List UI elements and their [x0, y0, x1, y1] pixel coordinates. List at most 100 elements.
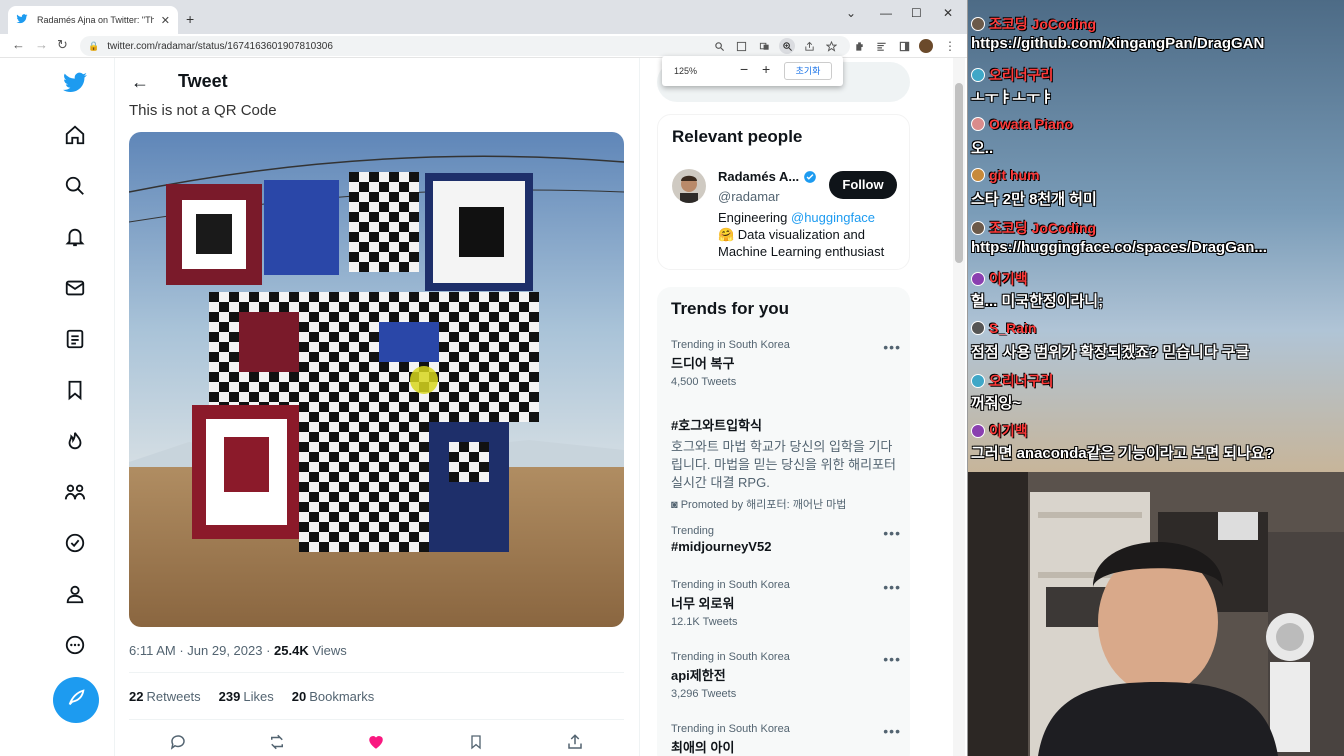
home-icon[interactable] [62, 122, 88, 148]
bookmarks-icon[interactable] [62, 377, 88, 403]
topics-flame-icon[interactable] [62, 428, 88, 454]
promoted-icon: ◙ [671, 499, 678, 511]
retweets-label: Retweets [146, 689, 201, 704]
stream-chat-overlay: 조코딩 JoCoding https://github.com/XingangP… [968, 0, 1344, 472]
lists-icon[interactable] [62, 326, 88, 352]
reload-icon[interactable]: ↻ [57, 37, 68, 53]
profile-icon[interactable] [62, 581, 88, 607]
retweets-stat[interactable]: 22 Retweets [129, 689, 201, 704]
tweet-image[interactable] [129, 132, 624, 627]
bio-mention-link[interactable]: @huggingface [791, 210, 875, 225]
more-options-icon[interactable]: ••• [883, 723, 901, 739]
webcam-feed [968, 472, 1344, 756]
promoted-trend-item[interactable]: #호그와트입학식 호그와트 마법 학교가 당신의 입학을 기다립니다. 마법을 … [671, 413, 901, 512]
extensions-icon[interactable] [852, 39, 866, 53]
new-tab-icon[interactable]: + [186, 11, 194, 27]
zoom-out-button[interactable]: − [740, 61, 748, 77]
back-arrow-icon[interactable]: ← [131, 72, 149, 93]
chat-message: 그러면 anaconda같은 기능이라고 보면 되나요? [971, 445, 1274, 462]
verified-icon[interactable] [62, 530, 88, 556]
side-panel-icon[interactable] [897, 39, 911, 53]
twitter-page: ← Tweet This is not a QR Code 6:11 AM · … [0, 58, 967, 756]
address-url: twitter.com/radamar/status/1674163601907… [107, 40, 333, 52]
trend-item[interactable]: Trending in South Korea 최애의 아이 ••• [671, 723, 901, 756]
person-handle[interactable]: @radamar [718, 189, 780, 204]
person-bio: Engineering @huggingface 🤗 Data visualiza… [718, 209, 903, 260]
trend-item[interactable]: Trending in South Korea api제한전 3,296 Twe… [671, 651, 901, 700]
tweet-views-count: 25.4K [274, 643, 309, 658]
more-options-icon[interactable]: ••• [883, 339, 901, 355]
bookmarks-label: Bookmarks [309, 689, 375, 704]
translate-icon[interactable] [757, 39, 771, 53]
close-window-icon[interactable]: ✕ [943, 6, 953, 20]
chat-avatar [971, 17, 985, 31]
likes-stat[interactable]: 239 Likes [219, 689, 274, 704]
zoom-in-button[interactable]: + [762, 61, 770, 77]
share-icon[interactable] [802, 39, 816, 53]
promoted-label: ◙ Promoted by 해리포터: 깨어난 마법 [671, 496, 901, 512]
retweet-icon[interactable] [266, 731, 288, 753]
scrollbar-thumb[interactable] [955, 83, 963, 263]
explore-search-icon[interactable] [62, 173, 88, 199]
chat-username: 이기백 [971, 269, 1028, 289]
maximize-icon[interactable]: ☐ [911, 6, 922, 20]
chat-message: 꺼줘잉~ [971, 395, 1022, 412]
more-options-icon[interactable]: ••• [883, 525, 901, 541]
chat-user-text: 오리너구리 [989, 67, 1054, 83]
trend-name: #호그와트입학식 [671, 418, 762, 433]
search-page-icon[interactable] [712, 39, 726, 53]
reply-icon[interactable] [167, 731, 189, 753]
chat-user-text: 조코딩 JoCoding [989, 16, 1097, 32]
more-options-icon[interactable]: ••• [883, 579, 901, 595]
more-circle-icon[interactable] [62, 632, 88, 658]
trend-item[interactable]: Trending #midjourneyV52 ••• [671, 525, 901, 554]
like-heart-icon[interactable] [365, 731, 387, 753]
chat-username: 조코딩 JoCoding [971, 218, 1096, 238]
forward-nav-icon[interactable]: → [35, 37, 48, 52]
minimize-icon[interactable]: — [880, 6, 892, 20]
trend-name: #midjourneyV52 [671, 539, 772, 554]
profile-avatar-icon[interactable] [919, 39, 933, 53]
trend-name: api제한전 [671, 668, 726, 683]
trend-item[interactable]: Trending in South Korea 너무 외로워 12.1K Twe… [671, 579, 901, 628]
chat-user-text: Owata Piano [989, 116, 1074, 132]
scrollbar[interactable] [953, 58, 965, 756]
trend-count: 12.1K Tweets [671, 616, 738, 628]
tweet-stats: 22 Retweets 239 Likes 20 Bookmarks [129, 689, 374, 704]
bookmarks-stat[interactable]: 20 Bookmarks [292, 689, 375, 704]
likes-label: Likes [243, 689, 274, 704]
notifications-bell-icon[interactable] [62, 224, 88, 250]
tab-search-chevron-icon[interactable]: ⌄ [846, 6, 856, 20]
follow-button[interactable]: Follow [829, 171, 897, 199]
twitter-logo-icon[interactable] [62, 70, 88, 96]
more-options-icon[interactable]: ••• [883, 651, 901, 667]
trends-title: Trends for you [671, 299, 790, 318]
lock-icon: 🔒 [88, 40, 100, 51]
avatar[interactable] [672, 169, 706, 203]
compose-tweet-button[interactable] [53, 677, 99, 723]
tweet-text: This is not a QR Code [129, 102, 277, 119]
communities-icon[interactable] [62, 479, 88, 505]
zoom-reset-button[interactable]: 초기화 [784, 62, 832, 80]
person-name[interactable]: Radamés A... [718, 169, 799, 184]
trend-item[interactable]: Trending in South Korea 드디어 복구 4,500 Twe… [671, 339, 901, 388]
zoom-icon[interactable] [779, 38, 795, 54]
share-upload-icon[interactable] [564, 731, 586, 753]
trend-context: Trending [671, 525, 715, 537]
chat-avatar [971, 272, 985, 286]
install-app-icon[interactable] [734, 39, 748, 53]
reading-list-icon[interactable] [874, 39, 888, 53]
page-title: Tweet [178, 71, 228, 91]
chat-username: S_Rain [971, 320, 1036, 336]
tab-close-icon[interactable]: ✕ [161, 14, 170, 27]
browser-menu-icon[interactable]: ⋮ [943, 39, 957, 53]
back-nav-icon[interactable]: ← [12, 37, 25, 52]
retweets-count: 22 [129, 689, 144, 704]
promoted-text: Promoted by 해리포터: 깨어난 마법 [680, 499, 847, 511]
browser-tab[interactable]: Radamés Ajna on Twitter: "This ✕ [8, 6, 178, 34]
tab-bar: Radamés Ajna on Twitter: "This ✕ + ⌄ — ☐… [0, 0, 967, 34]
bookmarks-count: 20 [291, 689, 307, 704]
messages-mail-icon[interactable] [62, 275, 88, 301]
bookmark-icon[interactable] [465, 731, 487, 753]
bookmark-star-icon[interactable] [824, 39, 838, 53]
